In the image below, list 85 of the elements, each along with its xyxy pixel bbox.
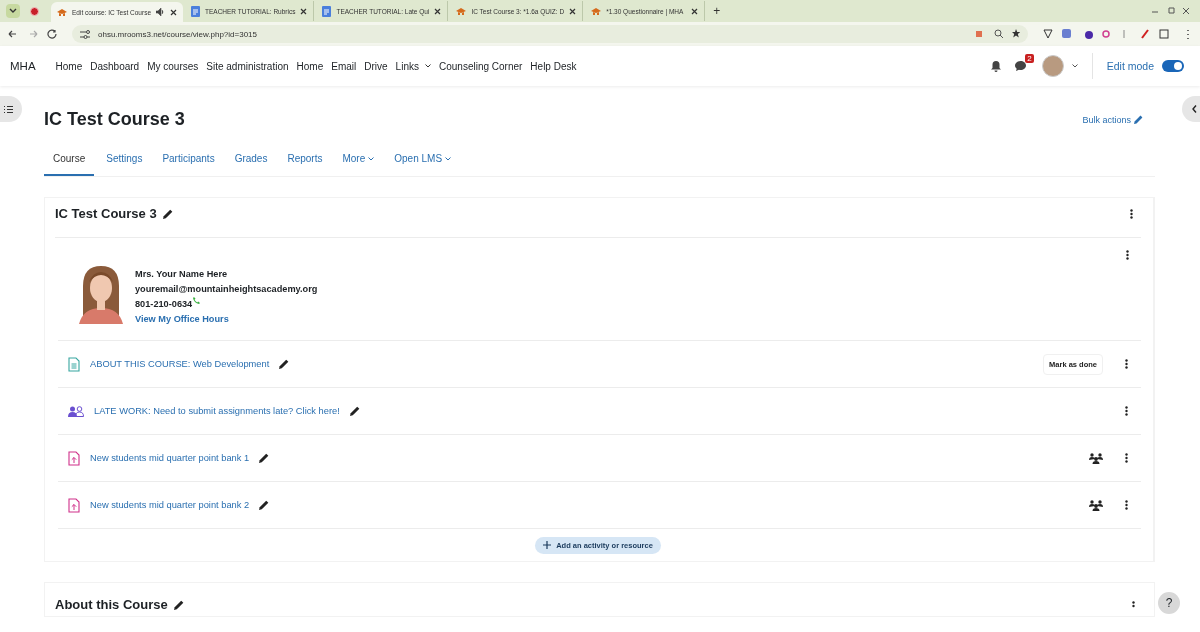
close-icon[interactable] [300, 7, 308, 15]
pencil-icon[interactable] [259, 453, 270, 463]
document-icon [68, 356, 80, 372]
close-icon[interactable] [691, 7, 699, 15]
url-text: ohsu.mrooms3.net/course/view.php?id=3015 [98, 29, 257, 39]
chevron-left-icon[interactable] [1191, 105, 1197, 113]
more-options-icon[interactable] [1125, 406, 1128, 416]
pencil-icon[interactable] [259, 500, 270, 510]
upload-file-icon [68, 450, 80, 466]
close-icon[interactable] [170, 8, 177, 16]
course-tab[interactable]: Open LMS [394, 144, 452, 176]
more-options-icon[interactable] [1125, 500, 1128, 510]
course-tab[interactable]: Course [44, 144, 95, 176]
activity-link[interactable]: New students mid quarter point bank 2 [90, 500, 250, 510]
site-settings-icon[interactable] [80, 29, 90, 39]
edit-mode-label: Edit mode [1106, 60, 1154, 72]
section-title: About this Course [55, 597, 168, 612]
hat-icon [591, 6, 602, 16]
window-controls-icon[interactable] [1152, 7, 1192, 15]
course-index-button[interactable] [0, 96, 22, 122]
nav-link[interactable]: Help Desk [530, 60, 577, 72]
speaker-icon[interactable] [156, 8, 165, 16]
hat-icon [456, 6, 467, 16]
phone-icon [193, 297, 201, 304]
chat-icon[interactable] [1014, 61, 1026, 71]
address-bar[interactable]: ohsu.mrooms3.net/course/view.php?id=3015 [72, 25, 1028, 43]
course-tab[interactable]: Settings [106, 144, 143, 176]
teacher-phone: 801-210-0634 [135, 298, 193, 311]
section-title: IC Test Course 3 [55, 206, 157, 221]
list-icon[interactable] [3, 105, 13, 113]
nav-link[interactable]: Home [296, 60, 324, 72]
nav-link[interactable]: My courses [147, 60, 199, 72]
teacher-name: Mrs. Your Name Here [135, 268, 229, 281]
nav-link[interactable]: Counseling Corner [438, 60, 523, 72]
more-options-icon[interactable] [1130, 208, 1133, 219]
teacher-email: youremail@mountainheightsacademy.org [135, 283, 318, 296]
group-icon[interactable] [1089, 452, 1103, 464]
bulk-actions-link[interactable]: Bulk actions [1082, 114, 1143, 125]
pencil-icon[interactable] [173, 599, 184, 610]
nav-link[interactable]: Home [55, 60, 83, 72]
help-button[interactable]: ? [1158, 592, 1180, 614]
upload-file-icon [68, 497, 80, 513]
plus-icon [543, 541, 552, 549]
more-options-icon[interactable] [1132, 600, 1135, 609]
document-icon [322, 5, 332, 17]
hat-icon [57, 7, 67, 17]
course-tab[interactable]: Reports [287, 144, 323, 176]
edit-mode-toggle[interactable] [1162, 60, 1184, 72]
block-drawer-button[interactable] [1182, 96, 1200, 122]
document-icon [191, 5, 200, 17]
record-icon[interactable] [30, 6, 39, 16]
more-options-icon[interactable] [1125, 359, 1128, 369]
course-tab[interactable]: Grades [234, 144, 268, 176]
nav-link[interactable]: Site administration [206, 60, 289, 72]
office-hours-link[interactable]: View My Office Hours [135, 312, 318, 326]
people-icon [68, 405, 84, 417]
caret-icon[interactable] [424, 64, 431, 68]
bell-icon[interactable] [990, 60, 1001, 72]
nav-link[interactable]: Drive [364, 60, 388, 72]
activity-link[interactable]: ABOUT THIS COURSE: Web Development [90, 359, 270, 369]
message-count-badge: 2 [1025, 54, 1034, 63]
activity-link[interactable]: New students mid quarter point bank 1 [90, 453, 250, 463]
navigation-icon[interactable] [8, 29, 58, 39]
close-icon[interactable] [434, 7, 442, 15]
page-title: IC Test Course 3 [44, 109, 185, 130]
tab-list-icon[interactable] [6, 4, 20, 18]
pencil-icon[interactable] [349, 406, 360, 416]
caret-icon[interactable] [1071, 64, 1078, 68]
more-options-icon[interactable] [1125, 453, 1128, 463]
group-icon[interactable] [1089, 499, 1103, 511]
more-options-icon[interactable] [1126, 250, 1129, 260]
close-icon[interactable] [569, 7, 577, 15]
user-avatar[interactable] [1041, 55, 1064, 77]
nav-link[interactable]: Email [331, 60, 357, 72]
activity-link[interactable]: LATE WORK: Need to submit assignments late? Click here! [94, 406, 340, 416]
pencil-icon[interactable] [162, 208, 173, 219]
site-brand[interactable]: MHA [10, 60, 36, 72]
extensions-icon[interactable] [1042, 28, 1192, 40]
new-tab-button[interactable]: + [707, 4, 727, 18]
address-actions-icon[interactable] [976, 29, 1020, 39]
pencil-icon[interactable] [279, 359, 290, 369]
course-tab[interactable]: Participants [162, 144, 215, 176]
nav-link[interactable]: Dashboard [90, 60, 140, 72]
nav-link[interactable]: Links [395, 60, 431, 72]
course-tab[interactable]: More [342, 144, 375, 176]
